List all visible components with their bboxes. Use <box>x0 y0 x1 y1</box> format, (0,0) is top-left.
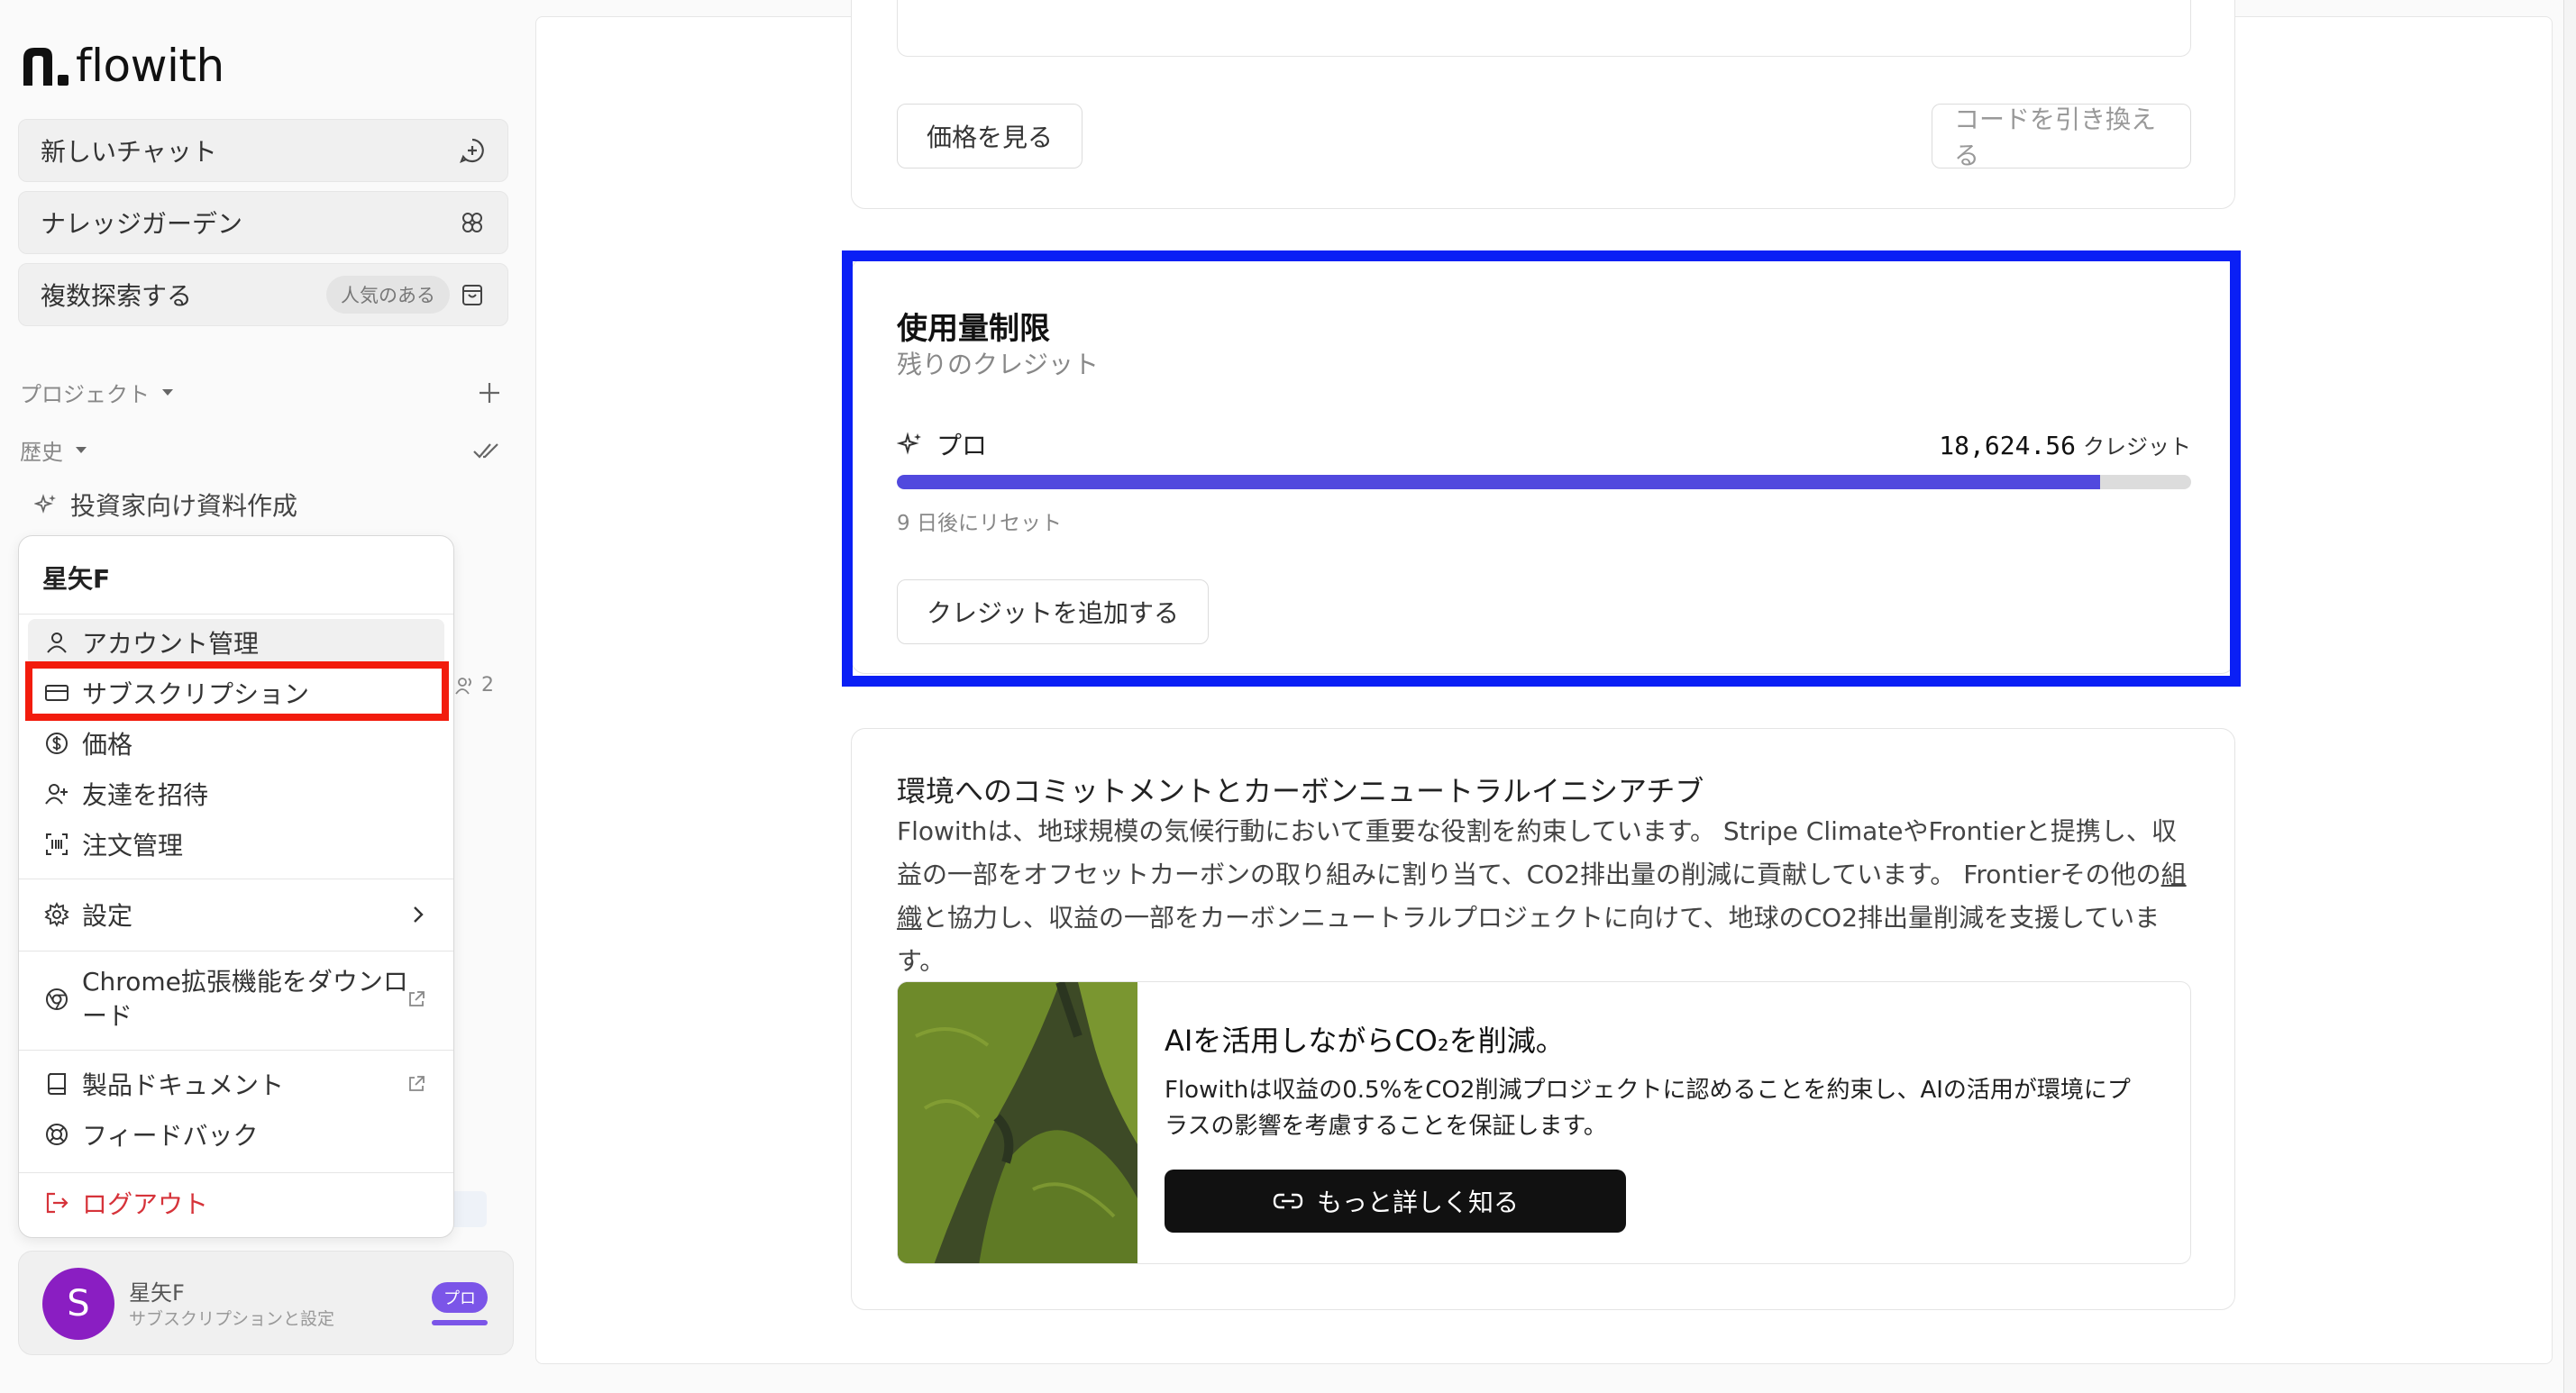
avatar: S <box>42 1268 114 1340</box>
menu-item-settings[interactable]: 設定 <box>28 891 444 938</box>
external-link-icon <box>409 991 425 1006</box>
popular-badge: 人気のある <box>326 276 450 314</box>
plan-summary-box <box>897 0 2191 57</box>
history-section-header[interactable]: 歴史 <box>20 434 501 466</box>
menu-item-account-label: アカウント管理 <box>82 629 260 659</box>
flower-icon <box>462 213 482 232</box>
chevron-down-icon <box>76 447 87 453</box>
user-card-subtitle: サブスクリプションと設定 <box>129 1309 335 1329</box>
menu-item-logout[interactable]: ログアウト <box>28 1179 444 1226</box>
chevron-down-icon <box>162 389 173 396</box>
gear-icon <box>44 902 69 927</box>
view-pricing-button[interactable]: 価格を見る <box>897 104 1083 168</box>
learn-more-label: もっと詳しく知る <box>1316 1188 1519 1217</box>
menu-divider <box>19 614 453 615</box>
menu-divider <box>19 1050 453 1051</box>
dollar-circle-icon <box>46 733 68 754</box>
member-count-value: 2 <box>481 674 494 696</box>
menu-item-chrome-extension-label: Chrome拡張機能をダウンロード <box>82 967 408 1031</box>
environment-body-part2: と協力し、収益の一部をカーボンニュートラルプロジェクトに向けて、地球のCO2排出… <box>897 903 2160 976</box>
environment-body: Flowithは、地球規模の気候行動において重要な役割を約束しています。 Str… <box>897 810 2195 983</box>
window-edge <box>2563 0 2576 1393</box>
plan-badge: プロ <box>432 1282 488 1313</box>
plus-icon[interactable] <box>478 381 501 405</box>
menu-item-feedback-label: フィードバック <box>82 1121 259 1151</box>
bag-icon <box>462 285 482 305</box>
sparkle-icon <box>34 494 56 514</box>
usage-highlight-box <box>842 250 2241 687</box>
chevron-right-icon <box>414 906 424 923</box>
sidebar: flowith 新しいチャット ナレッジガーデン 複数探索する 人気のある プロ… <box>0 0 532 1393</box>
environment-card: 環境へのコミットメントとカーボンニュートラルイニシアチブ Flowithは、地球… <box>851 728 2235 1310</box>
history-label: 歴史 <box>20 440 63 465</box>
member-count: 2 <box>454 674 494 696</box>
menu-item-invite[interactable]: 友達を招待 <box>28 770 444 817</box>
menu-item-logout-label: ログアウト <box>82 1189 209 1219</box>
promo-box: AIを活用しながらCO₂を削減。 Flowithは収益の0.5%をCO2削減プロ… <box>897 981 2191 1264</box>
user-card[interactable]: S 星矢F サブスクリプションと設定 プロ <box>18 1251 514 1355</box>
account-menu: 星矢F アカウント管理 サブスクリプション 価格 友達を招待 注文管理 設定 C… <box>18 535 454 1238</box>
knowledge-garden-label: ナレッジガーデン <box>41 209 243 239</box>
learn-more-button[interactable]: もっと詳しく知る <box>1165 1170 1626 1233</box>
book-icon <box>48 1073 66 1095</box>
menu-item-feedback[interactable]: フィードバック <box>28 1111 444 1158</box>
menu-item-account[interactable]: アカウント管理 <box>28 619 444 666</box>
link-icon <box>1273 1193 1303 1209</box>
menu-item-invite-label: 友達を招待 <box>82 780 209 810</box>
app-name: flowith <box>76 40 224 92</box>
knowledge-garden-button[interactable]: ナレッジガーデン <box>18 191 508 254</box>
environment-body-part1: Flowithは、地球規模の気候行動において重要な役割を約束しています。 Str… <box>897 816 2177 889</box>
menu-user-name: 星矢F <box>42 564 111 594</box>
aerial-landscape-image <box>898 982 1137 1263</box>
menu-item-pricing-label: 価格 <box>82 730 133 760</box>
menu-item-settings-label: 設定 <box>82 901 133 931</box>
menu-item-orders[interactable]: 注文管理 <box>28 821 444 868</box>
lifebuoy-icon <box>46 1124 68 1145</box>
users-icon <box>455 677 471 695</box>
logout-icon <box>46 1192 69 1214</box>
projects-section-header[interactable]: プロジェクト <box>20 377 501 408</box>
barcode-scan-icon <box>46 833 68 855</box>
redeem-code-placeholder: コードを引き換える <box>1954 105 2157 170</box>
flowith-logo-icon <box>23 48 69 86</box>
multi-explore-button[interactable]: 複数探索する 人気のある <box>18 263 508 326</box>
history-item[interactable]: 投資家向け資料作成 <box>34 487 297 523</box>
user-plus-icon <box>45 784 68 805</box>
redeem-code-input[interactable]: コードを引き換える <box>1932 104 2191 170</box>
user-card-name: 星矢F <box>129 1280 185 1306</box>
menu-item-orders-label: 注文管理 <box>82 831 184 860</box>
menu-divider <box>19 1172 453 1173</box>
plan-badge-underline <box>432 1320 488 1325</box>
promo-title: AIを活用しながらCO₂を削減。 <box>1165 1024 1565 1058</box>
menu-item-docs-label: 製品ドキュメント <box>82 1070 285 1100</box>
menu-item-chrome-extension[interactable]: Chrome拡張機能をダウンロード <box>28 961 444 1037</box>
environment-title: 環境へのコミットメントとカーボンニュートラルイニシアチブ <box>897 774 1704 808</box>
history-item-label: 投資家向け資料作成 <box>70 491 298 521</box>
double-check-icon[interactable] <box>472 441 501 460</box>
menu-item-pricing[interactable]: 価格 <box>28 720 444 767</box>
new-chat-button[interactable]: 新しいチャット <box>18 119 508 182</box>
new-chat-icon <box>460 138 484 163</box>
billing-card: 価格を見る コードを引き換える <box>851 0 2235 209</box>
menu-item-docs[interactable]: 製品ドキュメント <box>28 1061 444 1107</box>
chrome-icon <box>46 988 68 1010</box>
multi-explore-label: 複数探索する <box>41 281 193 311</box>
user-icon <box>47 633 67 653</box>
external-link-icon <box>409 1076 425 1091</box>
new-chat-label: 新しいチャット <box>41 137 217 167</box>
subscription-highlight-box <box>25 661 449 721</box>
promo-body: Flowithは収益の0.5%をCO2削減プロジェクトに認めることを約束し、AI… <box>1165 1077 2131 1140</box>
app-logo[interactable]: flowith <box>20 40 224 92</box>
projects-label: プロジェクト <box>20 382 150 407</box>
